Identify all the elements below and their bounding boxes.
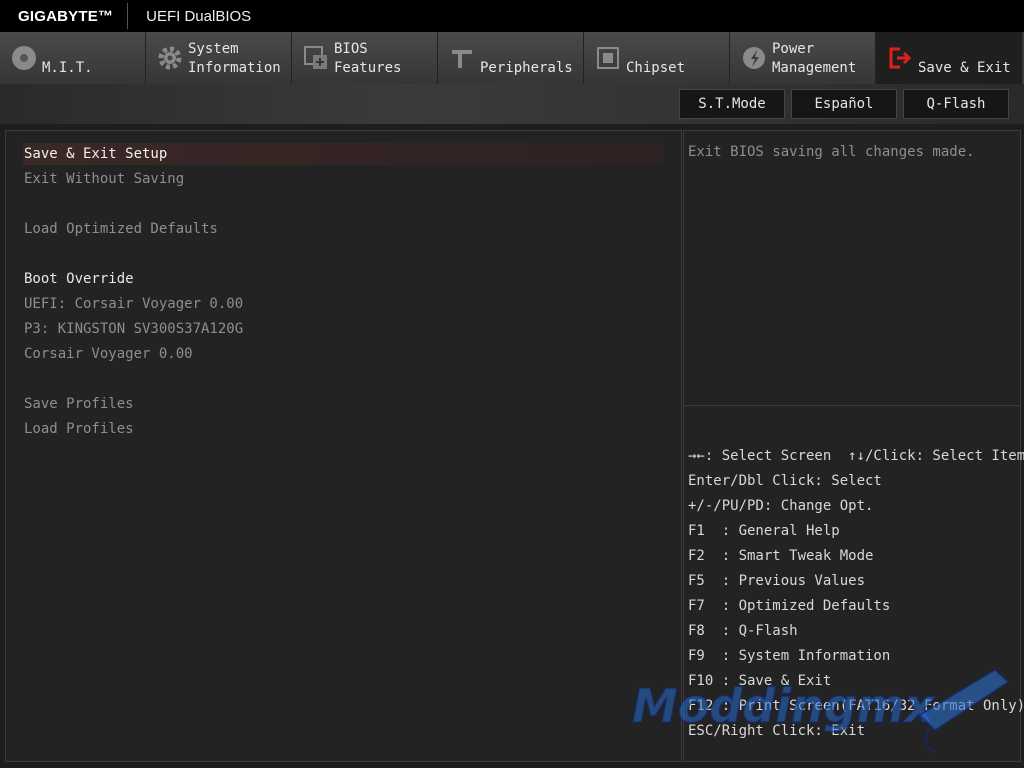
sub-toolbar: S.T.Mode Español Q-Flash: [0, 84, 1024, 124]
boot-option-corsair[interactable]: Corsair Voyager 0.00: [24, 343, 193, 365]
boot-option-kingston[interactable]: P3: KINGSTON SV300S37A120G: [24, 318, 243, 340]
exit-icon: [889, 47, 912, 69]
power-leaf-icon: [743, 47, 765, 69]
tab-bios-features[interactable]: BIOS Features: [292, 32, 438, 84]
tab-label: System Information: [188, 41, 281, 76]
tab-label: Power Management: [772, 41, 857, 76]
item-help-text: Exit BIOS saving all changes made.: [688, 144, 975, 160]
tab-label: Peripherals: [480, 60, 573, 76]
product-title: UEFI DualBIOS: [146, 7, 252, 25]
settings-panel: Save & Exit Setup Exit Without Saving Lo…: [5, 130, 682, 762]
tab-save-exit[interactable]: Save & Exit: [876, 32, 1022, 84]
connector-icon: [452, 50, 472, 68]
tab-peripherals[interactable]: Peripherals: [438, 32, 584, 84]
tab-system-information[interactable]: System Information: [146, 32, 292, 84]
key-help-line: Enter/Dbl Click: Select: [688, 473, 882, 489]
key-help-line: F2 : Smart Tweak Mode: [688, 548, 874, 564]
key-help-line: →←: Select Screen ↑↓/Click: Select Item: [688, 448, 1024, 464]
menu-item-load-profiles[interactable]: Load Profiles: [24, 418, 134, 440]
disc-icon: [12, 46, 36, 70]
menu-item-exit-without-saving[interactable]: Exit Without Saving: [24, 168, 184, 190]
tab-label: M.I.T.: [42, 60, 93, 76]
chip-icon: [597, 47, 619, 69]
tab-bar: M.I.T. System Information BIOS Features …: [0, 32, 1024, 84]
menu-item-save-exit-setup[interactable]: Save & Exit Setup: [23, 143, 664, 165]
key-help-line: F8 : Q-Flash: [688, 623, 798, 639]
divider: [127, 3, 129, 29]
language-button[interactable]: Español: [791, 89, 897, 119]
tab-label: Save & Exit: [918, 60, 1011, 76]
chip-plus-icon: [304, 46, 327, 69]
section-header-boot-override: Boot Override: [24, 271, 134, 287]
watermark-logo: Moddingmx: [631, 669, 1010, 753]
top-bar: GIGABYTE™ UEFI DualBIOS: [0, 0, 1024, 32]
key-help-line: F5 : Previous Values: [688, 573, 866, 589]
qflash-button[interactable]: Q-Flash: [903, 89, 1009, 119]
tab-label: BIOS Features: [334, 41, 402, 76]
divider: [684, 405, 1020, 406]
key-help-line: +/-/PU/PD: Change Opt.: [688, 498, 874, 514]
tab-label: Chipset: [626, 60, 686, 76]
st-mode-button[interactable]: S.T.Mode: [679, 89, 785, 119]
gear-icon: [158, 46, 182, 70]
watermark-text: Moddingmx: [632, 679, 936, 733]
menu-item-load-optimized-defaults[interactable]: Load Optimized Defaults: [24, 218, 218, 240]
key-help-line: F1 : General Help: [688, 523, 840, 539]
tab-chipset[interactable]: Chipset: [584, 32, 730, 84]
menu-item-save-profiles[interactable]: Save Profiles: [24, 393, 134, 415]
tab-mit[interactable]: M.I.T.: [0, 32, 146, 84]
brand-logo: GIGABYTE™: [18, 7, 114, 25]
key-help-line: F7 : Optimized Defaults: [688, 598, 891, 614]
boot-option-uefi-corsair[interactable]: UEFI: Corsair Voyager 0.00: [24, 293, 243, 315]
tab-power-management[interactable]: Power Management: [730, 32, 876, 84]
